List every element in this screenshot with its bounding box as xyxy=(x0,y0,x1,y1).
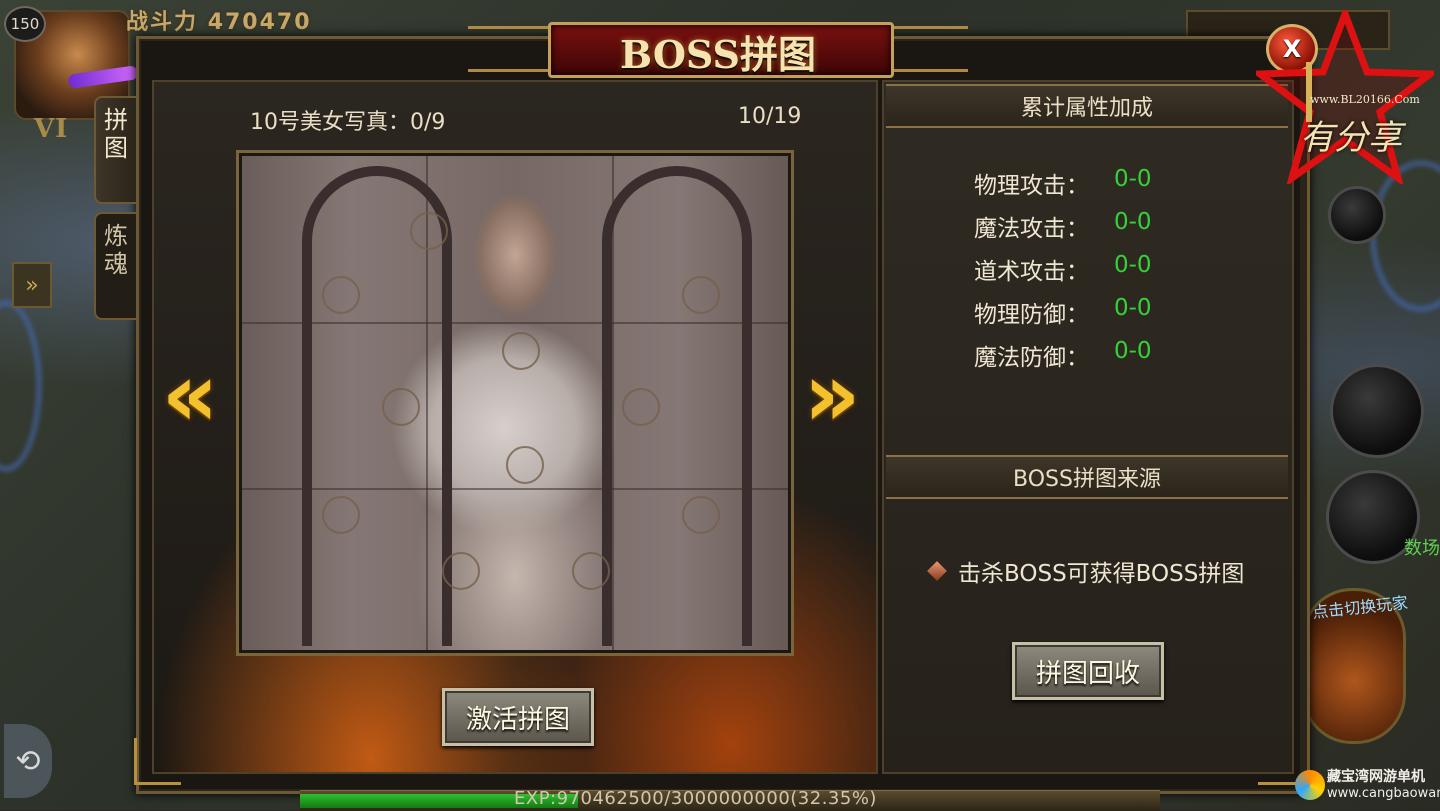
site-url: www.cangbaowan.net xyxy=(1327,786,1440,801)
combat-power: 战斗力 470470 xyxy=(126,4,312,36)
exp-text: EXP:970462500/3000000000(32.35%) xyxy=(514,788,877,809)
level-badge: 150 xyxy=(4,6,46,42)
stat-value: 0-0 xyxy=(1114,338,1152,364)
puzzle-piece-knob xyxy=(506,446,544,484)
tab-puzzle[interactable]: 拼图 xyxy=(94,96,136,204)
hero-visor xyxy=(67,65,139,89)
puzzle-piece-knob xyxy=(442,552,480,590)
stat-label: 魔法防御： xyxy=(974,345,1089,371)
refresh-icon[interactable]: ⟲ xyxy=(4,724,52,798)
puzzle-gridline xyxy=(612,156,614,650)
attributes-header: 累计属性加成 xyxy=(886,84,1288,128)
skill-button[interactable] xyxy=(1330,364,1424,458)
puzzle-piece-knob xyxy=(382,388,420,426)
panel-title: BOSS拼图 xyxy=(620,32,816,77)
puzzle-recycle-button[interactable]: 拼图回收 xyxy=(1012,642,1164,700)
stat-value: 0-0 xyxy=(1114,252,1152,278)
stat-label: 物理攻击： xyxy=(974,173,1089,199)
puzzle-frame xyxy=(236,150,794,656)
puzzle-piece-knob xyxy=(572,552,610,590)
tab-soul-refine[interactable]: 炼魂 xyxy=(94,212,136,320)
expand-toggle-button[interactable]: » xyxy=(12,262,52,308)
puzzle-piece-knob xyxy=(682,496,720,534)
side-hint-text: 数场 xyxy=(1404,538,1440,559)
stat-label: 魔法攻击： xyxy=(974,216,1089,242)
title-plate: BOSS拼图 xyxy=(468,18,968,78)
puzzle-progress-title: 10号美女写真：0/9 xyxy=(250,110,446,135)
site-logo-icon xyxy=(1295,770,1325,800)
puzzle-piece-knob xyxy=(682,276,720,314)
stat-value: 0-0 xyxy=(1114,295,1152,321)
source-text: 击杀BOSS可获得BOSS拼图 xyxy=(958,561,1245,587)
source-line: 击杀BOSS可获得BOSS拼图 xyxy=(927,554,1245,588)
puzzle-piece-knob xyxy=(322,496,360,534)
source-header: BOSS拼图来源 xyxy=(886,455,1288,499)
puzzle-piece-knob xyxy=(502,332,540,370)
vip-badge[interactable]: VI xyxy=(34,114,68,144)
watermark-logo-text: 有分享 xyxy=(1300,118,1402,158)
puzzle-image xyxy=(242,156,788,650)
combat-power-value: 470470 xyxy=(207,10,312,35)
puzzle-gridline xyxy=(242,488,788,490)
puzzle-piece-knob xyxy=(322,276,360,314)
puzzle-piece-knob xyxy=(622,388,660,426)
stat-label: 物理防御： xyxy=(974,302,1089,328)
site-name: 藏宝湾网游单机 xyxy=(1327,769,1425,785)
puzzle-piece-knob xyxy=(410,212,448,250)
diamond-bullet-icon xyxy=(927,561,947,581)
watermark-url: www.BL20166.Com xyxy=(1310,93,1420,106)
skill-button[interactable] xyxy=(1328,186,1386,244)
site-watermark: 藏宝湾网游单机 www.cangbaowan.net xyxy=(1295,764,1440,808)
prev-puzzle-arrow-icon[interactable]: « xyxy=(160,340,220,450)
stat-value: 0-0 xyxy=(1114,166,1152,192)
combat-power-label: 战斗力 xyxy=(126,10,199,35)
puzzle-gridline xyxy=(242,322,788,324)
puzzle-page-counter: 10/19 xyxy=(738,104,802,129)
activate-puzzle-button[interactable]: 激活拼图 xyxy=(442,688,594,746)
stat-value: 0-0 xyxy=(1114,209,1152,235)
stat-label: 道术攻击： xyxy=(974,259,1089,285)
next-puzzle-arrow-icon[interactable]: » xyxy=(802,340,862,450)
